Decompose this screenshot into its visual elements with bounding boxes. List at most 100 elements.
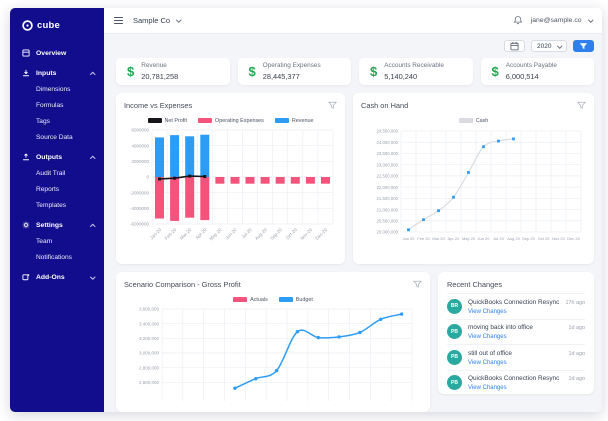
- avatar: PB: [447, 350, 462, 365]
- view-changes-link[interactable]: View Changes: [468, 360, 563, 366]
- sidebar-item-team[interactable]: Team: [10, 233, 104, 249]
- sidebar-item-reports[interactable]: Reports: [10, 181, 104, 197]
- sidebar: cube Overview Inputs Dimensions Formulas…: [10, 8, 104, 412]
- sidebar-item-settings[interactable]: Settings: [10, 217, 104, 233]
- chart-legend: Net Profit Operating Expenses Revenue: [124, 115, 337, 126]
- bell-icon[interactable]: [513, 15, 523, 26]
- svg-text:23,500,000: 23,500,000: [376, 151, 398, 156]
- cube-logo-icon: [22, 20, 33, 31]
- user-menu[interactable]: jane@sample.co: [531, 17, 592, 24]
- avatar: PB: [447, 324, 462, 339]
- chevron-down-icon: [557, 43, 562, 48]
- svg-text:21,000,000: 21,000,000: [376, 207, 398, 212]
- panel-title: Recent Changes: [447, 280, 502, 289]
- sidebar-item-add-ons[interactable]: Add-Ons: [10, 269, 104, 285]
- svg-text:Dec-20: Dec-20: [314, 227, 328, 241]
- change-title: QuickBooks Connection Resync: [468, 299, 560, 307]
- sidebar-item-templates[interactable]: Templates: [10, 197, 104, 213]
- change-timestamp: 17h ago: [566, 299, 586, 306]
- chevron-down-icon: [588, 18, 593, 23]
- chart-title: Cash on Hand: [361, 101, 408, 110]
- svg-text:Oct 20: Oct 20: [538, 236, 551, 241]
- income-vs-expenses-chart: 6000000400000020000000-2000000-4000000-6…: [124, 126, 337, 256]
- svg-text:Jan-20: Jan-20: [149, 227, 163, 241]
- hamburger-menu-icon[interactable]: [114, 17, 123, 24]
- sidebar-item-notifications[interactable]: Notifications: [10, 249, 104, 265]
- sidebar-item-dimensions[interactable]: Dimensions: [10, 81, 104, 97]
- kpi-value: 5,140,240: [384, 72, 444, 81]
- scenario-comparison-card: Scenario Comparison - Gross Profit Actua…: [116, 272, 430, 412]
- charts-row: Income vs Expenses Net Profit Operating …: [116, 93, 594, 264]
- view-changes-link[interactable]: View Changes: [468, 309, 560, 315]
- svg-text:Jun 20: Jun 20: [477, 236, 490, 241]
- sidebar-item-tags[interactable]: Tags: [10, 113, 104, 129]
- svg-text:Sep-20: Sep-20: [269, 227, 283, 241]
- svg-text:-6000000: -6000000: [130, 222, 150, 227]
- cash-on-hand-chart: 24,500,00024,000,00023,500,00023,000,000…: [361, 126, 586, 252]
- view-changes-link[interactable]: View Changes: [468, 385, 563, 391]
- sidebar-item-inputs[interactable]: Inputs: [10, 65, 104, 81]
- svg-text:24,000,000: 24,000,000: [376, 140, 398, 145]
- chart-legend: Cash: [361, 115, 586, 126]
- topbar: Sample Co jane@sample.co: [104, 8, 602, 34]
- svg-text:2,800,000: 2,800,000: [139, 365, 160, 370]
- kpi-label: Accounts Payable: [506, 62, 557, 69]
- sidebar-item-formulas[interactable]: Formulas: [10, 97, 104, 113]
- sidebar-item-overview[interactable]: Overview: [10, 45, 104, 61]
- calendar-button[interactable]: [504, 40, 525, 52]
- svg-text:3,600,000: 3,600,000: [139, 307, 160, 312]
- svg-text:Jan 20: Jan 20: [402, 236, 415, 241]
- sidebar-item-outputs[interactable]: Outputs: [10, 149, 104, 165]
- chevron-up-icon: [90, 224, 95, 229]
- kpi-value: 20,781,258: [141, 72, 178, 81]
- addons-icon: [22, 273, 31, 281]
- svg-text:Oct-20: Oct-20: [285, 227, 298, 240]
- company-switcher[interactable]: Sample Co: [133, 16, 181, 25]
- chevron-up-icon: [90, 156, 95, 161]
- dollar-icon: $: [370, 64, 377, 79]
- svg-text:0: 0: [146, 175, 149, 180]
- recent-change-item: BR QuickBooks Connection Resync View Cha…: [447, 293, 585, 319]
- change-title: moving back into office: [468, 324, 563, 332]
- svg-text:Nov 20: Nov 20: [552, 236, 565, 241]
- sidebar-item-source-data[interactable]: Source Data: [10, 129, 104, 145]
- svg-text:Jul-20: Jul-20: [241, 227, 254, 240]
- svg-text:20,500,000: 20,500,000: [376, 218, 398, 223]
- filter-button[interactable]: [573, 40, 594, 52]
- recent-change-item: PB still out of office View Changes 1d a…: [447, 344, 585, 370]
- bottom-row: Scenario Comparison - Gross Profit Actua…: [116, 272, 594, 412]
- kpi-label: Operating Expenses: [263, 62, 321, 69]
- logo[interactable]: cube: [10, 16, 104, 41]
- svg-text:3,400,000: 3,400,000: [139, 321, 160, 326]
- kpi-card-operating-expenses[interactable]: $ Operating Expenses 28,445,377: [238, 58, 352, 85]
- main-area: Sample Co jane@sample.co: [104, 8, 602, 412]
- filter-funnel-icon[interactable]: [577, 101, 586, 110]
- svg-text:2000000: 2000000: [131, 159, 149, 164]
- svg-text:6000000: 6000000: [131, 128, 149, 133]
- svg-text:Sep 20: Sep 20: [522, 236, 535, 241]
- svg-text:Dec 20: Dec 20: [567, 236, 580, 241]
- svg-text:Jun-20: Jun-20: [224, 227, 238, 241]
- filter-funnel-icon[interactable]: [328, 101, 337, 110]
- svg-text:23,000,000: 23,000,000: [376, 162, 398, 167]
- kpi-card-accounts-payable[interactable]: $ Accounts Payable 6,000,514: [481, 58, 595, 85]
- svg-text:3,200,000: 3,200,000: [139, 336, 160, 341]
- sidebar-item-audit-trail[interactable]: Audit Trail: [10, 165, 104, 181]
- recent-change-item: PB moving back into office View Changes …: [447, 319, 585, 345]
- cash-on-hand-card: Cash on Hand Cash 24,500,00024,000,00023…: [353, 93, 594, 264]
- svg-text:Feb-20: Feb-20: [164, 227, 178, 241]
- dollar-icon: $: [492, 64, 499, 79]
- svg-text:-4000000: -4000000: [130, 206, 150, 211]
- svg-text:May 20: May 20: [462, 236, 476, 241]
- svg-text:Mar 20: Mar 20: [432, 236, 445, 241]
- view-changes-link[interactable]: View Changes: [468, 334, 563, 340]
- filter-funnel-icon[interactable]: [413, 280, 422, 289]
- chart-title: Scenario Comparison - Gross Profit: [124, 280, 241, 289]
- year-select[interactable]: 2020: [531, 40, 567, 52]
- outputs-icon: [22, 153, 31, 161]
- kpi-card-revenue[interactable]: $ Revenue 20,781,258: [116, 58, 230, 85]
- inputs-icon: [22, 69, 31, 77]
- kpi-card-accounts-receivable[interactable]: $ Accounts Receivable 5,140,240: [359, 58, 473, 85]
- svg-text:Apr 20: Apr 20: [448, 236, 461, 241]
- svg-text:22,500,000: 22,500,000: [376, 174, 398, 179]
